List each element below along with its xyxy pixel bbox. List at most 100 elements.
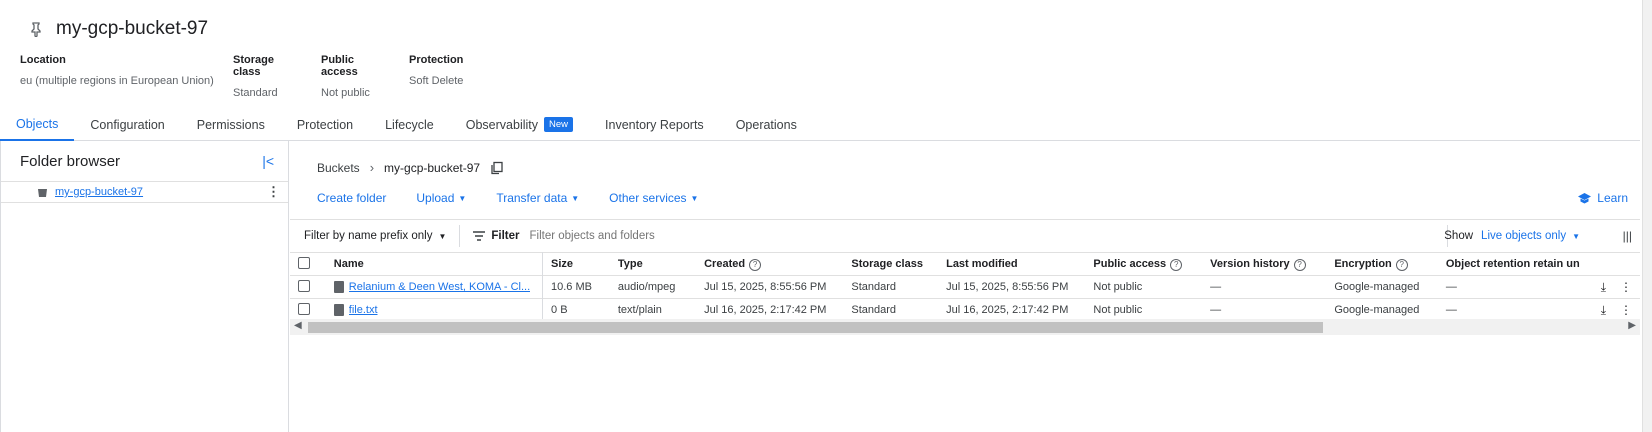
meta-key: Protection [409, 54, 464, 66]
copy-icon[interactable] [490, 161, 504, 175]
objects-pane: Buckets › my-gcp-bucket-97 Create folder… [290, 141, 1640, 432]
table-cell: Jul 15, 2025, 8:55:56 PM [946, 281, 1069, 293]
tab-label: Operations [735, 117, 797, 132]
chevron-right-icon: › [369, 160, 375, 175]
collapse-panel-icon[interactable]: |< [262, 153, 274, 169]
filter-input[interactable] [529, 230, 930, 242]
column-header[interactable]: Size [543, 253, 610, 276]
new-badge: New [544, 117, 574, 132]
column-header[interactable]: Storage class [843, 253, 938, 276]
column-display-icon[interactable]: ||| [1623, 229, 1632, 243]
show-selector: Show Live objects only ▼ [1444, 230, 1580, 242]
tab-label: Permissions [196, 117, 265, 132]
vertical-scrollbar[interactable] [1642, 0, 1652, 432]
transfer-data-button[interactable]: Transfer data ▼ [496, 191, 579, 205]
select-all-checkbox[interactable] [298, 256, 310, 269]
object-link[interactable]: Relanium & Deen West, KOMA - Cl... [349, 281, 530, 293]
column-header[interactable]: Object retention retain un [1438, 253, 1640, 276]
tab-label: Configuration [90, 117, 165, 132]
tab-observability[interactable]: Observability New [450, 108, 589, 141]
filter-label: Filter [491, 230, 520, 242]
bucket-meta: Location eu (multiple regions in European… [20, 54, 463, 99]
column-header[interactable]: Public access? [1085, 253, 1202, 276]
prefix-label: Filter by name prefix only [304, 230, 433, 242]
folder-tree-item[interactable]: my-gcp-bucket-97 ⋮ [1, 181, 288, 203]
scrollbar-thumb[interactable] [308, 322, 1323, 333]
row-checkbox[interactable] [298, 302, 310, 315]
tab-label: Objects [16, 116, 59, 131]
other-services-button[interactable]: Other services ▼ [609, 191, 698, 205]
tab-lifecycle[interactable]: Lifecycle [369, 108, 450, 141]
action-label: Other services [609, 191, 687, 205]
tab-protection[interactable]: Protection [281, 108, 369, 141]
table-cell: Not public [1093, 281, 1143, 293]
tab-label: Observability [465, 117, 538, 132]
tab-inventory-reports[interactable]: Inventory Reports [589, 108, 720, 141]
help-icon[interactable]: ? [1293, 258, 1306, 271]
folder-browser: Folder browser |< my-gcp-bucket-97 ⋮ [0, 141, 289, 432]
help-icon[interactable]: ? [1395, 258, 1408, 271]
learn-button[interactable]: Learn [1578, 191, 1628, 205]
tab-operations[interactable]: Operations [720, 108, 813, 141]
caret-down-icon: ▼ [1572, 231, 1580, 241]
column-label: Version history [1210, 257, 1290, 270]
file-icon [333, 304, 344, 316]
breadcrumb-buckets[interactable]: Buckets [317, 161, 360, 175]
table-cell: Standard [851, 281, 897, 293]
caret-down-icon: ▼ [571, 193, 580, 203]
scroll-left-icon[interactable]: ◀ [294, 320, 302, 331]
page-title: my-gcp-bucket-97 [56, 18, 209, 39]
column-header[interactable]: Last modified [938, 253, 1085, 276]
pin-icon[interactable] [28, 21, 44, 37]
help-icon[interactable]: ? [1170, 258, 1183, 271]
column-header[interactable]: Encryption? [1326, 253, 1438, 276]
more-vert-icon[interactable]: ⋮ [1620, 280, 1632, 295]
meta-value: eu (multiple regions in European Union) [20, 75, 214, 87]
tab-bar: Objects Configuration Permissions Protec… [0, 108, 1640, 141]
caret-down-icon: ▼ [458, 193, 467, 203]
table-cell: audio/mpeg [617, 281, 676, 293]
object-link[interactable]: file.txt [349, 304, 378, 316]
column-header[interactable]: Type [610, 253, 696, 276]
column-header[interactable]: Version history? [1202, 253, 1326, 276]
meta-key: Storage class [233, 54, 274, 78]
column-header[interactable]: Created? [696, 253, 843, 276]
show-dropdown[interactable]: Live objects only ▼ [1481, 230, 1580, 242]
learn-label: Learn [1597, 191, 1628, 205]
divider [459, 225, 461, 247]
show-value: Live objects only [1481, 230, 1567, 242]
more-vert-icon[interactable]: ⋮ [1620, 303, 1632, 318]
create-folder-button[interactable]: Create folder [317, 191, 386, 205]
column-header[interactable]: Name [325, 252, 544, 276]
action-label: Create folder [317, 191, 387, 205]
show-label: Show [1444, 230, 1474, 242]
bucket-icon [38, 188, 47, 197]
table-cell: Jul 15, 2025, 8:55:56 PM [704, 281, 827, 293]
filter-button[interactable]: Filter [473, 230, 520, 242]
scroll-right-icon[interactable]: ▶ [1628, 320, 1636, 331]
download-icon[interactable]: ⤓ [1601, 280, 1606, 295]
tab-permissions[interactable]: Permissions [181, 108, 281, 141]
filter-list-icon [473, 231, 486, 241]
table-cell: 10.6 MB [551, 281, 592, 293]
prefix-filter-dropdown[interactable]: Filter by name prefix only ▼ [290, 230, 446, 242]
meta-value: Soft Delete [409, 75, 464, 87]
objects-table: Name Size Type Created? Storage class La… [290, 252, 1640, 322]
caret-down-icon: ▼ [438, 231, 447, 241]
meta-key: Location [20, 54, 66, 66]
row-checkbox[interactable] [298, 279, 310, 292]
column-label: Public access [1093, 257, 1167, 270]
tab-objects[interactable]: Objects [0, 108, 75, 141]
folder-tree-link[interactable]: my-gcp-bucket-97 [55, 186, 143, 198]
more-vert-icon[interactable]: ⋮ [267, 184, 280, 200]
meta-value: Not public [321, 87, 370, 99]
help-icon[interactable]: ? [749, 258, 762, 271]
download-icon[interactable]: ⤓ [1601, 303, 1606, 318]
tab-configuration[interactable]: Configuration [74, 108, 180, 141]
tab-label: Inventory Reports [605, 117, 704, 132]
table-row[interactable]: Relanium & Deen West, KOMA - Cl... 10.6 … [290, 275, 1640, 299]
upload-button[interactable]: Upload ▼ [416, 191, 466, 205]
horizontal-scrollbar[interactable]: ◀ ▶ [290, 319, 1640, 335]
tab-label: Protection [296, 117, 354, 132]
action-label: Transfer data [496, 191, 568, 205]
